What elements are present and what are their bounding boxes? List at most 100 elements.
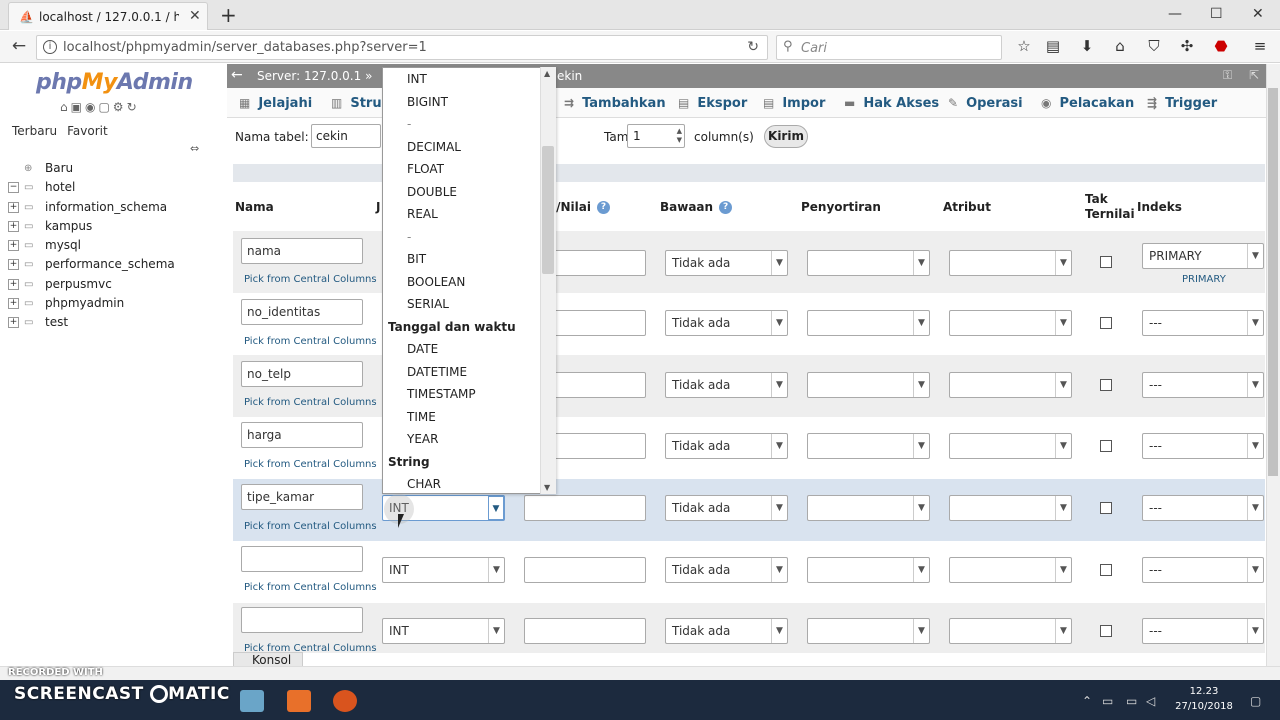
pick-central-link[interactable]: Pick from Central Columns <box>244 459 377 470</box>
dropdown-option[interactable]: BIT <box>407 252 426 266</box>
home-icon[interactable]: ⌂ <box>60 100 71 114</box>
expand-icon[interactable]: + <box>8 317 19 329</box>
length-input[interactable] <box>524 557 646 583</box>
minimize-icon[interactable]: — <box>1168 6 1182 22</box>
dropdown-option[interactable]: FLOAT <box>407 162 444 176</box>
info-icon[interactable]: i <box>43 40 57 54</box>
dropdown-option[interactable]: BOOLEAN <box>407 275 465 289</box>
index-select[interactable]: --- ▼ <box>1142 618 1264 644</box>
collapse-icon[interactable]: − <box>8 182 19 194</box>
default-select[interactable]: Tidak ada ▼ <box>665 557 788 583</box>
default-select[interactable]: Tidak ada ▼ <box>665 250 788 276</box>
breadcrumb-table[interactable]: ekin <box>557 69 582 83</box>
index-select[interactable]: --- ▼ <box>1142 557 1264 583</box>
firefox-taskbar-icon[interactable] <box>333 690 357 712</box>
network-icon[interactable]: ▭ <box>1102 694 1113 708</box>
close-tab-icon[interactable]: ✕ <box>189 8 201 24</box>
collation-select[interactable]: ▼ <box>807 310 930 336</box>
null-checkbox[interactable] <box>1100 256 1112 268</box>
tab-import[interactable]: ▤ Impor <box>763 96 825 111</box>
help-icon[interactable]: ? <box>597 201 610 214</box>
attribute-select[interactable]: ▼ <box>949 495 1072 521</box>
expand-icon[interactable]: + <box>8 259 19 271</box>
search-input[interactable]: ⚲ Cari <box>776 35 1002 60</box>
dropdown-option[interactable]: DATETIME <box>407 365 467 379</box>
index-select[interactable]: --- ▼ <box>1142 433 1264 459</box>
dropdown-option[interactable]: TIMESTAMP <box>407 387 476 401</box>
column-name-input[interactable]: tipe_kamar <box>241 484 363 510</box>
notepad-taskbar-icon[interactable] <box>240 690 264 712</box>
home-icon[interactable]: ⌂ <box>1110 37 1130 55</box>
library-icon[interactable]: ▤ <box>1043 37 1063 55</box>
pick-central-link[interactable]: Pick from Central Columns <box>244 582 377 593</box>
pick-central-link[interactable]: Pick from Central Columns <box>244 274 377 285</box>
dropdown-option[interactable]: CHAR <box>407 477 441 491</box>
logout-icon[interactable]: ▣ <box>71 100 85 114</box>
notifications-icon[interactable]: ▢ <box>1250 694 1261 708</box>
expand-icon[interactable]: + <box>8 201 19 213</box>
dropdown-option[interactable]: INT <box>407 72 427 86</box>
table-name-input[interactable]: cekin <box>311 124 381 148</box>
tab-favorite[interactable]: Favorit <box>67 124 108 138</box>
attribute-select[interactable]: ▼ <box>949 433 1072 459</box>
default-select[interactable]: Tidak ada ▼ <box>665 618 788 644</box>
submit-button[interactable]: Kirim <box>764 125 808 148</box>
null-checkbox[interactable] <box>1100 502 1112 514</box>
default-select[interactable]: Tidak ada ▼ <box>665 433 788 459</box>
null-checkbox[interactable] <box>1100 379 1112 391</box>
horizontal-scrollbar[interactable] <box>0 666 1280 680</box>
index-select[interactable]: --- ▼ <box>1142 372 1264 398</box>
maximize-icon[interactable]: ☐ <box>1210 6 1223 22</box>
scroll-up-icon[interactable]: ▲ <box>544 69 550 78</box>
tray-chevron-up-icon[interactable]: ⌃ <box>1082 694 1092 708</box>
attribute-select[interactable]: ▼ <box>949 557 1072 583</box>
expand-icon[interactable]: + <box>8 278 19 290</box>
xampp-taskbar-icon[interactable] <box>287 690 311 712</box>
expand-icon[interactable]: + <box>8 220 19 232</box>
settings-icon[interactable]: ⚙ <box>113 100 127 114</box>
battery-icon[interactable]: ▭ <box>1126 694 1137 708</box>
add-columns-stepper[interactable]: 1 ▲ ▼ <box>627 124 685 148</box>
new-tab-icon[interactable]: + <box>220 3 237 27</box>
default-select[interactable]: Tidak ada ▼ <box>665 310 788 336</box>
docs-icon[interactable]: ▢ <box>98 100 112 114</box>
dropdown-option[interactable]: REAL <box>407 207 438 221</box>
null-checkbox[interactable] <box>1100 625 1112 637</box>
tab-triggers[interactable]: ⇶ Trigger <box>1147 96 1217 111</box>
dropdown-option[interactable]: YEAR <box>407 432 438 446</box>
column-name-input[interactable]: harga <box>241 422 363 448</box>
browser-tab[interactable]: ⛵ localhost / 127.0.0.1 / hotel ✕ <box>8 2 208 30</box>
collapse-all-icon[interactable]: ⇔ <box>190 142 199 155</box>
attribute-select[interactable]: ▼ <box>949 372 1072 398</box>
attribute-select[interactable]: ▼ <box>949 310 1072 336</box>
close-panel-icon[interactable]: ⇱ <box>1249 68 1259 82</box>
dropdown-scrollbar[interactable]: ▲ ▼ <box>540 67 556 494</box>
dropdown-option[interactable]: TIME <box>407 410 436 424</box>
attribute-select[interactable]: ▼ <box>949 250 1072 276</box>
attribute-select[interactable]: ▼ <box>949 618 1072 644</box>
length-input[interactable] <box>524 495 646 521</box>
null-checkbox[interactable] <box>1100 440 1112 452</box>
collation-select[interactable]: ▼ <box>807 557 930 583</box>
url-bar[interactable]: i localhost/phpmyadmin/server_databases.… <box>36 35 768 60</box>
pocket-icon[interactable]: ⛉ <box>1144 37 1164 55</box>
collation-select[interactable]: ▼ <box>807 372 930 398</box>
expand-icon[interactable]: + <box>8 298 19 310</box>
default-select[interactable]: Tidak ada ▼ <box>665 372 788 398</box>
dropdown-scroll-thumb[interactable] <box>542 146 554 274</box>
breadcrumb-server[interactable]: Server: 127.0.0.1 » <box>257 69 372 83</box>
dropdown-option[interactable]: BIGINT <box>407 95 448 109</box>
page-scroll-thumb[interactable] <box>1268 88 1278 476</box>
type-select[interactable]: INT ▼ <box>382 618 505 644</box>
column-name-input[interactable]: nama <box>241 238 363 264</box>
pick-central-link[interactable]: Pick from Central Columns <box>244 397 377 408</box>
pick-central-link[interactable]: Pick from Central Columns <box>244 336 377 347</box>
dropdown-option[interactable]: DATE <box>407 342 438 356</box>
help-icon[interactable]: ◉ <box>85 100 98 114</box>
null-checkbox[interactable] <box>1100 317 1112 329</box>
index-select[interactable]: --- ▼ <box>1142 310 1264 336</box>
volume-icon[interactable]: ◁ <box>1146 694 1155 708</box>
tab-structure[interactable]: ▥ Stru <box>331 96 382 111</box>
dropdown-option[interactable]: DOUBLE <box>407 185 457 199</box>
bookmark-star-icon[interactable]: ☆ <box>1014 37 1034 55</box>
